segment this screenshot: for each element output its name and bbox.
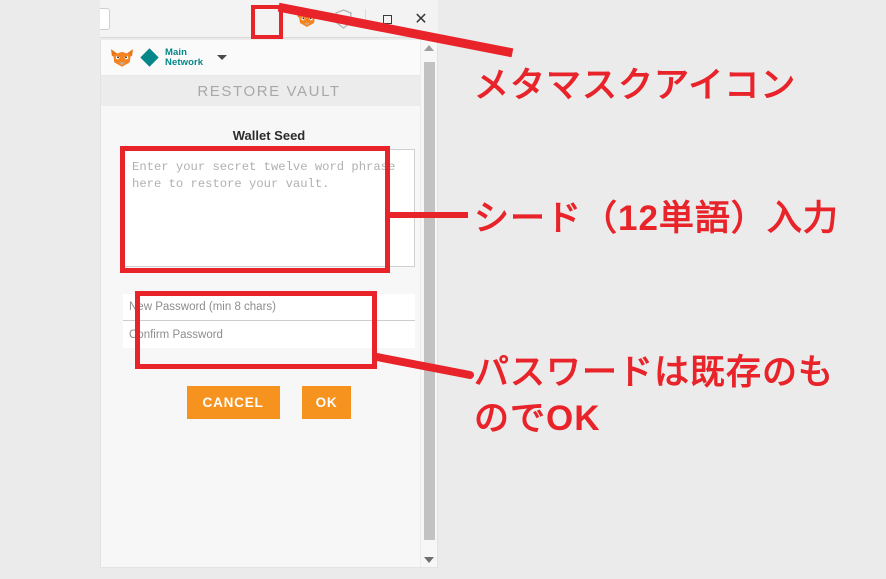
highlight-box-metamask-icon [251, 5, 283, 39]
address-bar[interactable] [100, 8, 110, 30]
annotation-seed-input: シード（12単語）入力 [474, 199, 839, 238]
maximize-button[interactable] [370, 0, 404, 38]
close-button[interactable]: ✕ [404, 0, 438, 38]
cancel-button[interactable]: CANCEL [186, 386, 280, 419]
network-name-label[interactable]: Main Network [165, 47, 209, 68]
arrow-to-seed-input [390, 212, 468, 218]
metamask-fox-icon[interactable] [111, 49, 133, 67]
browser-toolbar-icons: ✕ [289, 0, 438, 38]
scroll-down-arrow-icon[interactable] [421, 552, 437, 567]
page-title-band: RESTORE VAULT [101, 76, 437, 106]
annotation-password: パスワードは既存のものでOK [474, 353, 835, 438]
close-icon: ✕ [414, 11, 428, 28]
form-action-buttons: CANCEL OK [123, 386, 415, 419]
annotation-metamask-icon: メタマスクアイコン [474, 66, 797, 105]
fox-glyph [297, 10, 317, 28]
scrollbar-thumb[interactable] [424, 62, 435, 540]
page-title: RESTORE VAULT [197, 82, 341, 100]
popup-scrollbar[interactable] [420, 40, 437, 567]
metamask-header: Main Network [101, 40, 437, 76]
highlight-box-seed-input [120, 146, 390, 273]
toolbar-separator [365, 9, 366, 29]
wallet-seed-label: Wallet Seed [232, 128, 306, 143]
network-status-diamond-icon [140, 48, 159, 67]
chevron-down-icon[interactable] [217, 55, 227, 60]
maximize-icon [382, 14, 392, 24]
metamask-fox-icon[interactable] [291, 3, 323, 35]
scroll-up-arrow-icon[interactable] [421, 40, 437, 56]
brave-lion-icon[interactable] [327, 3, 359, 35]
highlight-box-password-fields [135, 291, 377, 369]
ok-button[interactable]: OK [301, 386, 352, 419]
